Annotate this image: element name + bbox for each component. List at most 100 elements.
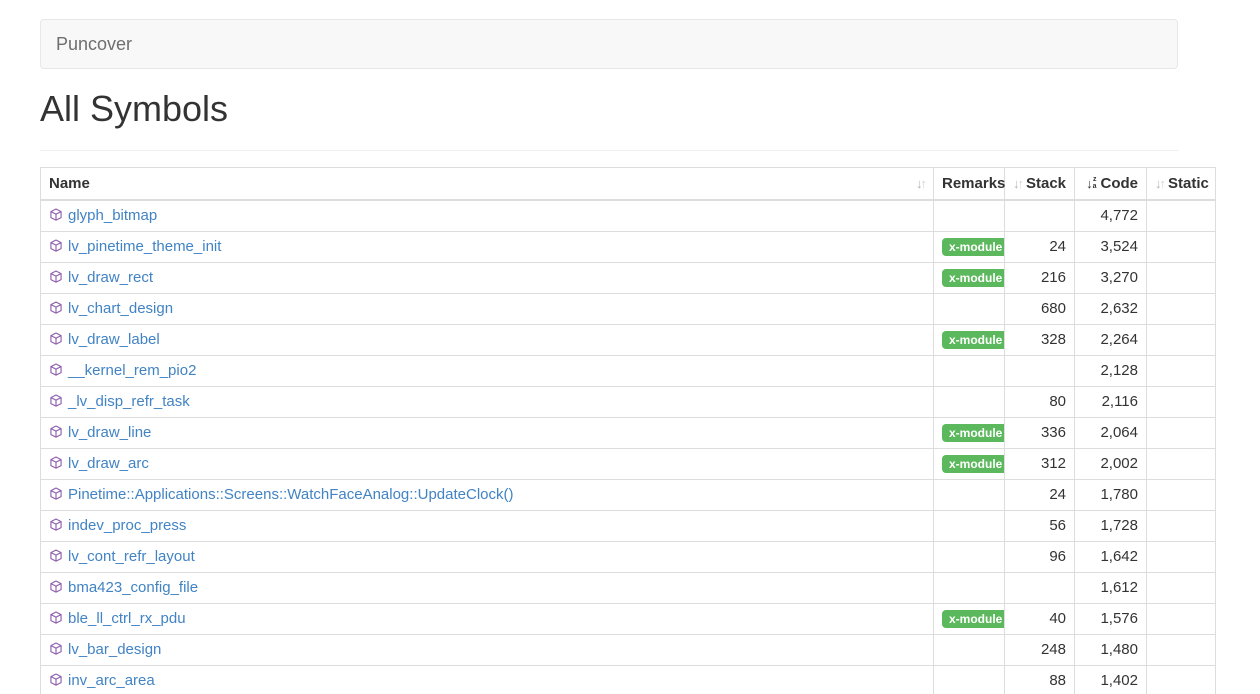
static-value [1147,387,1216,418]
code-value: 2,264 [1075,325,1147,356]
symbol-name-cell: lv_cont_refr_layout [41,542,934,573]
stack-value: 40 [1005,604,1075,635]
symbol-name-cell: lv_chart_design [41,294,934,325]
symbol-link[interactable]: lv_draw_rect [68,269,153,286]
x-module-badge: x-module [942,610,1005,628]
package-icon [49,239,63,253]
table-row: lv_draw_linex-module3362,064 [41,418,1216,449]
remarks-cell [934,387,1005,418]
package-icon [49,270,63,284]
symbol-link[interactable]: lv_chart_design [68,300,173,317]
stack-value: 312 [1005,449,1075,480]
symbol-name-cell: inv_arc_area [41,666,934,694]
remarks-cell [934,666,1005,694]
symbol-link[interactable]: _lv_disp_refr_task [68,393,190,410]
remarks-cell [934,356,1005,387]
symbol-link[interactable]: inv_arc_area [68,672,155,689]
table-row: lv_draw_labelx-module3282,264 [41,325,1216,356]
remarks-cell [934,511,1005,542]
package-icon [49,208,63,222]
stack-value: 24 [1005,232,1075,263]
code-value: 1,780 [1075,480,1147,511]
symbol-link[interactable]: Pinetime::Applications::Screens::WatchFa… [68,486,513,503]
sort-both-icon: ↓↑ [916,176,925,191]
column-header-name[interactable]: Name ↓↑ [41,168,934,201]
column-header-code[interactable]: ↓zaCode [1075,168,1147,201]
code-value: 3,524 [1075,232,1147,263]
package-icon [49,456,63,470]
remarks-cell: x-module [934,449,1005,480]
table-row: bma423_config_file 1,612 [41,573,1216,604]
symbols-table-body: glyph_bitmap4,772lv_pinetime_theme_initx… [41,200,1216,694]
column-header-remarks: Remarks [934,168,1005,201]
stack-value: 328 [1005,325,1075,356]
x-module-badge: x-module [942,424,1005,442]
symbol-link[interactable]: bma423_config_file [68,579,198,596]
remarks-cell [934,294,1005,325]
remarks-cell: x-module [934,263,1005,294]
static-value [1147,200,1216,232]
code-value: 1,612 [1075,573,1147,604]
table-header: Name ↓↑ Remarks ↓↑ Stack ↓zaCode ↓↑Static [41,168,1216,201]
symbol-link[interactable]: ble_ll_ctrl_rx_pdu [68,610,186,627]
code-value: 4,772 [1075,200,1147,232]
code-value: 1,728 [1075,511,1147,542]
static-value [1147,666,1216,694]
package-icon [49,642,63,656]
table-row: Pinetime::Applications::Screens::WatchFa… [41,480,1216,511]
column-label: Stack [1026,175,1066,192]
symbol-link[interactable]: glyph_bitmap [68,207,157,224]
static-value [1147,542,1216,573]
code-value: 2,116 [1075,387,1147,418]
code-value: 1,402 [1075,666,1147,694]
table-row: lv_draw_rectx-module2163,270 [41,263,1216,294]
symbol-name-cell: ble_ll_ctrl_rx_pdu [41,604,934,635]
package-icon [49,425,63,439]
symbols-table: Name ↓↑ Remarks ↓↑ Stack ↓zaCode ↓↑Static… [40,167,1216,694]
sort-both-icon: ↓↑ [1013,176,1022,191]
code-value: 2,064 [1075,418,1147,449]
package-icon [49,549,63,563]
remarks-cell: x-module [934,604,1005,635]
table-row: indev_proc_press 561,728 [41,511,1216,542]
table-row: _lv_disp_refr_task802,116 [41,387,1216,418]
table-row: lv_cont_refr_layout961,642 [41,542,1216,573]
remarks-cell [934,573,1005,604]
column-header-static[interactable]: ↓↑Static [1147,168,1216,201]
symbol-link[interactable]: lv_draw_label [68,331,160,348]
sort-both-icon: ↓↑ [1155,176,1164,191]
symbol-link[interactable]: __kernel_rem_pio2 [68,362,196,379]
x-module-badge: x-module [942,455,1005,473]
package-icon [49,673,63,687]
column-label: Code [1101,175,1139,192]
x-module-badge: x-module [942,269,1005,287]
symbol-name-cell: lv_bar_design [41,635,934,666]
table-row: lv_pinetime_theme_initx-module243,524 [41,232,1216,263]
package-icon [49,332,63,346]
code-value: 2,002 [1075,449,1147,480]
column-header-stack[interactable]: ↓↑ Stack [1005,168,1075,201]
static-value [1147,294,1216,325]
symbol-link[interactable]: lv_bar_design [68,641,161,658]
table-row: glyph_bitmap 4,772 [41,200,1216,232]
stack-value: 56 [1005,511,1075,542]
divider [40,150,1178,151]
static-value [1147,325,1216,356]
symbol-link[interactable]: lv_pinetime_theme_init [68,238,221,255]
symbol-name-cell: lv_draw_arc [41,449,934,480]
package-icon [49,487,63,501]
stack-value: 680 [1005,294,1075,325]
brand-link[interactable]: Puncover [56,34,132,55]
symbol-link[interactable]: lv_draw_line [68,424,151,441]
static-value [1147,573,1216,604]
symbol-link[interactable]: indev_proc_press [68,517,186,534]
package-icon [49,580,63,594]
package-icon [49,611,63,625]
static-value [1147,480,1216,511]
stack-value: 216 [1005,263,1075,294]
static-value [1147,356,1216,387]
symbol-link[interactable]: lv_draw_arc [68,455,149,472]
symbol-link[interactable]: lv_cont_refr_layout [68,548,195,565]
symbol-name-cell: indev_proc_press [41,511,934,542]
static-value [1147,263,1216,294]
